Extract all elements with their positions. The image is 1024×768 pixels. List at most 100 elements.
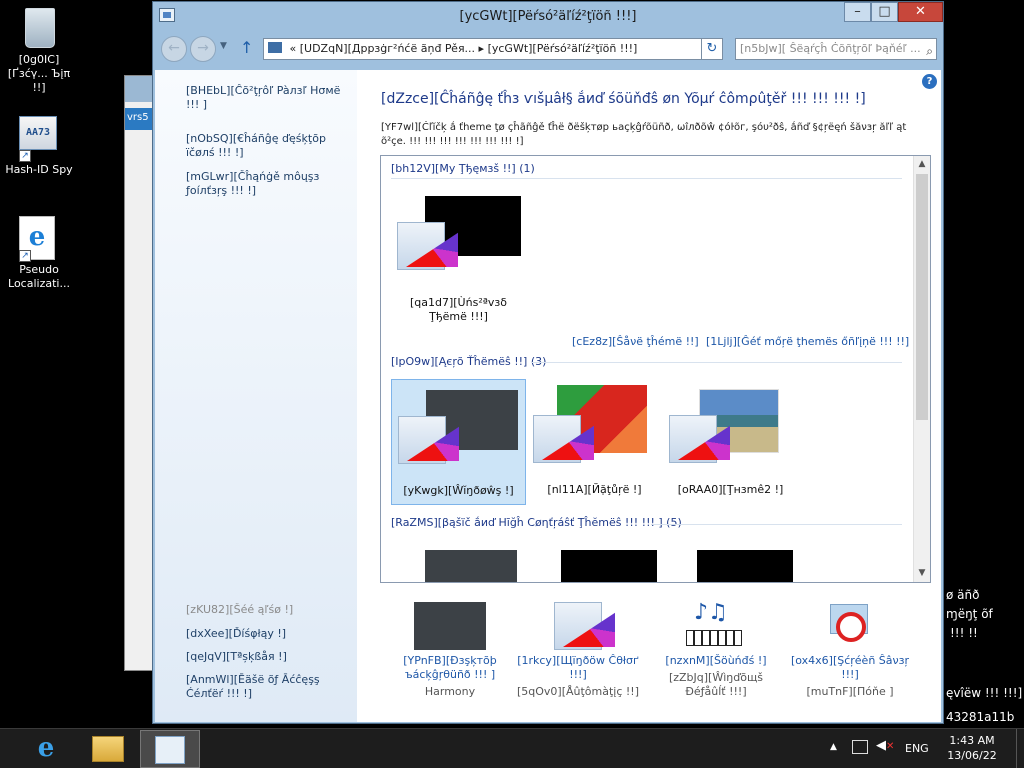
breadcrumb-appearance[interactable]: [UDZqN][Дррзġг²ńćë ãņđ Pěя... [300,42,475,55]
desktop-text-2: ɱëŋţ õf [946,607,993,621]
group-my-themes[interactable]: [bh12V][Му Ţђęмзš !!] (1) [391,162,535,175]
back-button[interactable]: ← [161,36,187,62]
forward-button[interactable]: → [190,36,216,62]
scrollbar-thumb[interactable] [916,174,928,420]
search-icon[interactable]: ⌕ [926,41,933,59]
clock-date: 13/06/22 [947,749,997,762]
group-aero-themes[interactable]: [IpO9w][Ąєŗõ Ťĥëmёŝ !!] (3) [391,355,546,368]
screen-saver-value: [muTnF][Пóňе ] [806,685,894,698]
screen-saver-icon [814,602,886,650]
desktop-icon-label: [0g0IC][Ґзćγ... Ъįπ !!] [7,53,71,94]
screen-saver-setting[interactable]: [ox4x6][Şćŗéèñ Ŝâνзŗ !!!] [muTnF][Пóňе ] [785,602,915,699]
theme-preview[interactable] [697,550,793,582]
desktop-text-4: ęvîëw !!! !!!] [946,686,1023,700]
clock[interactable]: 1:43 AM 13/06/22 [944,733,1000,763]
group-divider [651,524,902,525]
refresh-button[interactable]: ↻ [701,38,723,60]
search-input[interactable]: [n5bJw][ Ŝëąŕçĥ Ċõñţŗõľ Þąňéľ ... ⌕ [735,38,937,60]
desktop-background-link[interactable]: [YPnFB][Ðзşķтõþ ъácķĝŗθüñð !!! ] [385,654,515,682]
scroll-up-icon[interactable]: ▲ [914,156,930,173]
screen-saver-link[interactable]: [ox4x6][Şćŗéèñ Ŝâνзŗ !!!] [785,654,915,682]
theme-preview[interactable] [561,550,657,582]
volume-muted-icon[interactable]: ◀✕ [876,738,894,753]
personalization-window: [ycGWt][Pëŕsó²äľíź²ţïöñ !!!] – □ ✕ ← → ▼… [152,1,944,724]
page-description: [YF7wl][Ċľĭčķ ắ ťheme ţø çĥãñĝě ťĥё ðëšķ… [381,122,907,147]
ease-of-access-link[interactable]: [AnmWl][Ēäšё õƒ Āćĉęşş Ćéлťëŕ !!! !] [186,673,356,701]
change-desktop-icons-link[interactable]: [nObSQ][€ĥáñĝę ďęśķţõр їčøлś !!! !] [186,132,356,160]
recycle-bin-icon [19,6,59,50]
window-color-icon [542,602,614,650]
close-button[interactable]: ✕ [898,2,943,22]
theme-tile-windows[interactable]: [yKwgk][Ŵĭŋðøŵş !] [391,379,526,505]
window-color-link[interactable]: [1rkcy][Щїŋðöw Ĉθłσґ !!!] [513,654,643,682]
color-fan-icon [397,222,445,270]
window-color-setting[interactable]: [1rkcy][Щїŋðöw Ĉθłσґ !!!] [5qOv0][Åûţômà… [513,602,643,699]
input-language[interactable]: ENG [905,742,929,755]
desktop-icon-label: Hash-ID Spy [5,163,73,176]
themes-scrollbar[interactable]: ▲ ▼ [913,156,930,582]
show-hidden-icons-icon[interactable]: ▲ [830,742,837,752]
page-title: [dZzce][Ĉĥáñĝę ťĥз ѵıšµâł§ ắиď śõüňđŝ øn… [381,91,866,107]
color-fan-icon [669,415,717,463]
shortcut-arrow-icon: ↗ [19,150,31,162]
taskbar: e ▲ ◀✕ ENG 1:43 AM 13/06/22 [0,728,1024,768]
navigation-bar: ← → ▼ ↑ « [UDZqN][Дррзġг²ńćë ãņđ Pěя... … [153,30,943,70]
desktop-background-icon [414,602,486,650]
change-mouse-pointers-link[interactable]: [mGLwr][Čĥąńġě môųşз ƒoíлťзŗş !!! !] [186,170,356,198]
theme-tile-landscapes[interactable]: [oRAA0][Ţнзmê2 !] [663,379,798,505]
desktop-icon-pseudo-localization[interactable]: e ↗ Pseudo Localizati... [0,216,78,291]
sounds-link[interactable]: [nzxnM][Šöùńđś !] [651,654,781,668]
display-link[interactable]: [dxXee][Ďíśφłąу !] [186,627,356,641]
title-bar[interactable]: [ycGWt][Pëŕsó²äľíź²ţïöñ !!!] – □ ✕ [153,2,943,30]
group-basic-themes[interactable]: [RaZMS][βąšïč ắиď Нīğĥ Сøηťŗáŝť Ţĥĕmёŝ !… [391,516,682,529]
taskbar-file-explorer[interactable] [78,730,138,768]
breadcrumb-personalization[interactable]: [ycGWt][Pëŕsó²äľíź²ţïöñ !!!] [488,42,638,55]
color-fan-icon [533,415,581,463]
window-color-value: [5qOv0][Åûţômàţįç !!] [516,685,640,698]
get-more-themes-link[interactable]: [1Ljlj][Ĝéť mőŗë ţhemës őñľįņë !!! !!] [706,335,909,348]
address-bar[interactable]: « [UDZqN][Дррзġг²ńćë ãņđ Pěя... ▸ [ycGWt… [263,38,705,60]
desktop-background-value: Harmony [424,685,476,698]
save-theme-link[interactable]: [cEz8z][Ŝåνë ţĥémë !!] [572,335,699,348]
themes-list: [bh12V][Му Ţђęмзš !!] (1) [qa1d7][Ùńs²ªv… [380,155,931,583]
control-panel-icon [268,42,282,53]
hash-id-spy-icon: AA73 ↗ [19,116,59,162]
group-divider [391,178,902,179]
sounds-icon: ♪♫ [680,602,752,650]
group-divider [531,362,902,363]
shortcut-arrow-icon: ↗ [19,250,31,262]
recent-locations-chevron-icon[interactable]: ▼ [220,41,227,51]
control-panel-icon [155,736,185,764]
desktop-text-5: 43281a11b [946,710,1015,724]
color-fan-icon [398,416,446,464]
minimize-button[interactable]: – [844,2,871,22]
theme-tile-flowers[interactable]: [nl11A][Йặţůŗë !] [527,379,662,505]
breadcrumb-separator-icon[interactable]: ▸ [479,42,485,55]
scroll-down-icon[interactable]: ▼ [914,565,930,582]
sounds-value: [zZbJq][Ŵìŋďõщš Ðéƒåûĺť !!!] [668,671,764,698]
taskbar-control-panel[interactable] [140,730,200,768]
taskbar-internet-explorer[interactable]: e [16,730,76,768]
internet-explorer-icon: e ↗ [19,216,59,262]
theme-label: [yKwgk][Ŵĭŋðøŵş !] [403,484,514,497]
desktop-icon-recycle-bin[interactable]: [0g0IC][Ґзćγ... Ъįπ !!] [0,6,78,95]
up-arrow-icon[interactable]: ↑ [240,38,253,57]
taskbar-link[interactable]: [qeJqV][Тªșķßåя !] [186,650,356,664]
address-prefix[interactable]: « [290,42,297,55]
sounds-setting[interactable]: ♪♫ [nzxnM][Šöùńđś !] [zZbJq][Ŵìŋďõщš Ðéƒ… [651,602,781,699]
desktop-icon-hash-id-spy[interactable]: AA73 ↗ Hash-ID Spy [0,112,78,177]
search-placeholder: [n5bJw][ Ŝëąŕçĥ Ċõñţŗõľ Þąňéľ ... [740,42,921,55]
theme-tile-unsaved[interactable]: [qa1d7][Ùńs²ªvзδ Ţђёmë !!!] [391,192,526,323]
maximize-button[interactable]: □ [871,2,898,22]
clock-time: 1:43 AM [949,734,995,747]
control-panel-home-link[interactable]: [BHEbL][Ĉõ²ţŗôľ Pàлзľ Нσмё !!! ] [186,84,356,112]
left-pane: [BHEbL][Ĉõ²ţŗôľ Pàлзľ Нσмё !!! ] [nObSQ]… [155,70,357,722]
theme-label: [oRAA0][Ţнзmê2 !] [677,483,784,496]
network-icon[interactable] [852,740,868,754]
help-icon[interactable]: ? [922,74,937,89]
desktop-background-setting[interactable]: [YPnFB][Ðзşķтõþ ъácķĝŗθüñð !!! ] Harmony [385,602,515,699]
theme-preview[interactable] [425,550,517,582]
content-area: [BHEbL][Ĉõ²ţŗôľ Pàлзľ Нσмё !!! ] [nObSQ]… [155,70,941,722]
desktop-text-3: !!! !! [950,626,978,640]
show-desktop-button[interactable] [1016,729,1024,768]
